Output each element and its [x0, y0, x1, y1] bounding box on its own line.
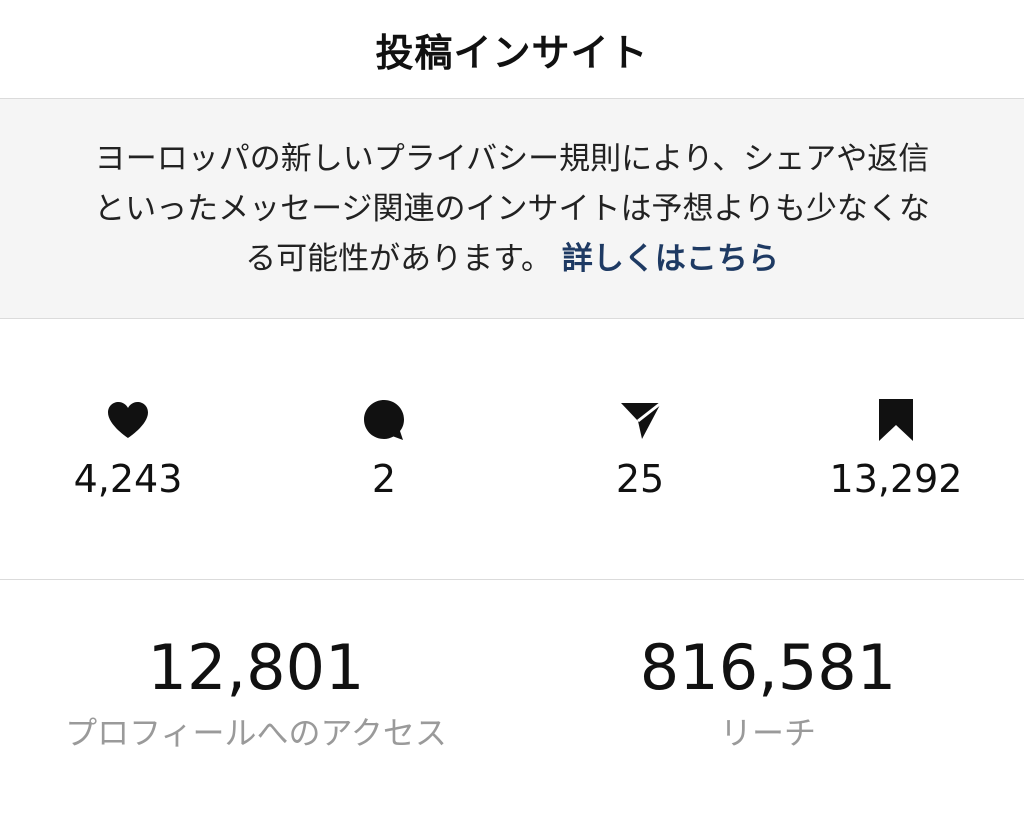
reach-label: リーチ — [719, 714, 816, 752]
profile-visits-metric: 12,801 プロフィールへのアクセス — [0, 580, 512, 835]
saves-stat: 13,292 — [768, 319, 1024, 579]
privacy-notice-body: ヨーロッパの新しいプライバシー規則により、シェアや返信といったメッセージ関連のイ… — [94, 140, 930, 277]
send-icon — [617, 397, 663, 443]
comments-count: 2 — [371, 457, 397, 501]
heart-icon — [105, 397, 151, 443]
comments-stat: 2 — [256, 319, 512, 579]
learn-more-link[interactable]: 詳しくはこちら — [562, 241, 779, 277]
privacy-notice-text: ヨーロッパの新しいプライバシー規則により、シェアや返信といったメッセージ関連のイ… — [82, 134, 942, 284]
header: 投稿インサイト — [0, 0, 1024, 99]
bookmark-icon — [873, 397, 919, 443]
page-title: 投稿インサイト — [375, 30, 649, 75]
profile-visits-label: プロフィールへのアクセス — [65, 714, 447, 752]
reach-metric: 816,581 リーチ — [512, 580, 1024, 835]
saves-count: 13,292 — [829, 457, 963, 501]
likes-stat: 4,243 — [0, 319, 256, 579]
likes-count: 4,243 — [73, 457, 183, 501]
comment-icon — [361, 397, 407, 443]
profile-visits-value: 12,801 — [147, 631, 365, 704]
privacy-notice: ヨーロッパの新しいプライバシー規則により、シェアや返信といったメッセージ関連のイ… — [0, 99, 1024, 319]
shares-count: 25 — [615, 457, 665, 501]
reach-value: 816,581 — [639, 631, 897, 704]
account-metrics: 12,801 プロフィールへのアクセス 816,581 リーチ — [0, 580, 1024, 835]
shares-stat: 25 — [512, 319, 768, 579]
engagement-stats: 4,243 2 25 13,292 — [0, 319, 1024, 580]
